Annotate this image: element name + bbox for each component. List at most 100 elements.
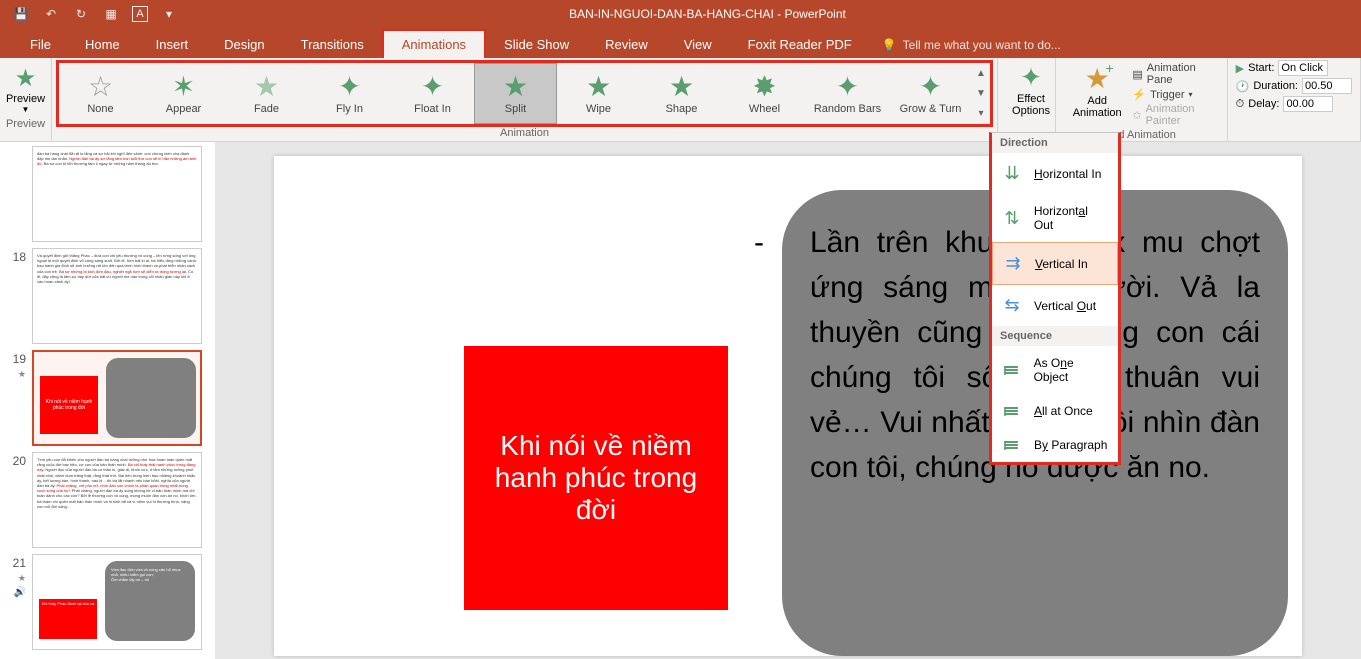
font-icon[interactable]: A xyxy=(132,6,148,22)
option-horizontal-out[interactable]: ⇅ Horizontal Out xyxy=(992,194,1118,242)
thumbnail-slide-active[interactable]: Khi nói về niềm hạnh phúc trong đời xyxy=(32,350,202,446)
slide-number: 19 xyxy=(13,352,26,366)
undo-icon[interactable]: ↶ xyxy=(42,5,60,23)
thumbnail-17[interactable]: đàn bà hàng chài đã rất lo lắng và sợ hã… xyxy=(4,146,211,242)
redo-icon[interactable]: ↻ xyxy=(72,5,90,23)
thumbnail-slide[interactable]: Tình yêu con đã khiến cho người đàn bà h… xyxy=(32,452,202,548)
horizontal-in-icon: ⇊ xyxy=(1000,163,1024,184)
anim-growturn[interactable]: ✦Grow & Turn xyxy=(889,63,972,124)
anim-fade[interactable]: ★Fade xyxy=(225,63,308,124)
anim-flyin[interactable]: ✦Fly In xyxy=(308,63,391,124)
star-icon: ★ xyxy=(254,73,279,101)
qat-more-icon[interactable]: ▾ xyxy=(160,5,178,23)
preview-group: ★ Preview ▼ Preview xyxy=(0,58,52,141)
star-icon: ✦ xyxy=(919,73,942,101)
play-icon: ▶ xyxy=(1236,62,1244,75)
slide-canvas[interactable]: Khi nói về niềm hanh phúc trong đời - Lầ… xyxy=(215,142,1361,659)
option-as-one-object[interactable]: As One Object xyxy=(992,346,1118,394)
slide-number: 18 xyxy=(13,250,26,264)
preview-group-label: Preview xyxy=(4,118,47,132)
tell-me[interactable]: 💡 Tell me what you want to do... xyxy=(870,32,1073,58)
effect-options-group: ✦ Effect Options xyxy=(998,58,1056,141)
scroll-up-icon[interactable]: ▲ xyxy=(976,68,986,79)
delay-input[interactable] xyxy=(1283,96,1333,112)
thumbnail-slide[interactable]: Khi thấy Phác đánh lại cha và Vừa đau đớ… xyxy=(32,554,202,650)
option-horizontal-in[interactable]: ⇊ Horizontal In xyxy=(992,153,1118,194)
tab-slideshow[interactable]: Slide Show xyxy=(486,31,587,58)
star-icon: ★ xyxy=(669,73,694,101)
animation-pane-button[interactable]: ▤Animation Pane xyxy=(1132,62,1214,86)
anim-none[interactable]: ☆None xyxy=(59,63,142,124)
as-one-icon xyxy=(1000,366,1024,374)
duration-input[interactable] xyxy=(1302,78,1352,94)
thumbnail-slide[interactable]: đàn bà hàng chài đã rất lo lắng và sợ hã… xyxy=(32,146,202,242)
bulb-icon: 💡 xyxy=(882,38,897,52)
star-icon: ☆ xyxy=(88,73,113,101)
duration-row: 🕐 Duration: xyxy=(1236,78,1352,94)
preview-button[interactable]: ★ Preview ▼ xyxy=(4,60,47,118)
scroll-down-icon[interactable]: ▼ xyxy=(976,88,986,99)
tab-design[interactable]: Design xyxy=(206,31,282,58)
save-icon[interactable]: 💾 xyxy=(12,5,30,23)
trigger-button[interactable]: ⚡Trigger▾ xyxy=(1132,88,1214,101)
duration-label: Duration: xyxy=(1253,80,1298,92)
ribbon-tabs: File Home Insert Design Transitions Anim… xyxy=(0,28,1361,58)
option-vertical-out[interactable]: ⇆ Vertical Out xyxy=(992,285,1118,326)
trigger-icon: ⚡ xyxy=(1132,88,1146,101)
start-from-beginning-icon[interactable]: ▦ xyxy=(102,5,120,23)
tab-review[interactable]: Review xyxy=(587,31,666,58)
current-slide[interactable]: Khi nói về niềm hanh phúc trong đời - Lầ… xyxy=(274,156,1302,656)
add-animation-button[interactable]: ★+ Add Animation xyxy=(1068,62,1126,127)
tab-home[interactable]: Home xyxy=(67,31,138,58)
anim-wipe[interactable]: ★Wipe xyxy=(557,63,640,124)
gallery-scroll[interactable]: ▲ ▼ ▾ xyxy=(972,63,990,124)
slide-number xyxy=(4,146,26,242)
all-at-once-icon xyxy=(1000,407,1024,415)
option-by-paragraph[interactable]: By Paragraph xyxy=(992,428,1118,462)
tab-file[interactable]: File xyxy=(14,31,67,58)
document-title: BAN-IN-NGUOI-DAN-BA-HANG-CHAI - PowerPoi… xyxy=(178,7,1237,21)
effect-options-button[interactable]: ✦ Effect Options xyxy=(1002,60,1060,119)
tab-transitions[interactable]: Transitions xyxy=(283,31,382,58)
star-icon: ★ xyxy=(503,73,528,101)
thumbnail-21[interactable]: 21★🔊 Khi thấy Phác đánh lại cha và Vừa đ… xyxy=(4,554,211,650)
anim-appear[interactable]: ✶Appear xyxy=(142,63,225,124)
option-all-at-once[interactable]: All at Once xyxy=(992,394,1118,428)
tab-insert[interactable]: Insert xyxy=(138,31,207,58)
slide-red-textbox[interactable]: Khi nói về niềm hanh phúc trong đời xyxy=(464,346,728,610)
bullet-dash: - xyxy=(754,220,764,265)
audio-icon: 🔊 xyxy=(14,587,26,598)
slide-thumbnail-panel[interactable]: đàn bà hàng chài đã rất lo lắng và sợ hã… xyxy=(0,142,215,659)
anim-wheel[interactable]: ✸Wheel xyxy=(723,63,806,124)
start-label: Start: xyxy=(1248,62,1274,74)
star-icon: ✸ xyxy=(753,73,776,101)
animation-indicator-icon: ★ xyxy=(18,573,26,583)
tab-view[interactable]: View xyxy=(666,31,730,58)
anim-floatin[interactable]: ✦Float In xyxy=(391,63,474,124)
anim-shape[interactable]: ★Shape xyxy=(640,63,723,124)
anim-randombars[interactable]: ✦Random Bars xyxy=(806,63,889,124)
option-vertical-in[interactable]: ⇉ Vertical In xyxy=(992,242,1118,285)
star-icon: ✦ xyxy=(836,73,859,101)
anim-split[interactable]: ★Split xyxy=(474,63,557,124)
tab-foxit[interactable]: Foxit Reader PDF xyxy=(730,31,870,58)
gallery-more-icon[interactable]: ▾ xyxy=(978,108,983,119)
tell-me-text: Tell me what you want to do... xyxy=(903,38,1061,52)
quick-access-toolbar: 💾 ↶ ↻ ▦ A ▾ xyxy=(4,5,178,23)
horizontal-out-icon: ⇅ xyxy=(1000,208,1024,229)
star-icon: ✦ xyxy=(338,73,361,101)
animation-group: ☆None ✶Appear ★Fade ✦Fly In ✦Float In ★S… xyxy=(52,58,998,141)
start-input[interactable] xyxy=(1278,60,1328,76)
pane-icon: ▤ xyxy=(1132,68,1142,81)
animation-indicator-icon: ★ xyxy=(18,369,26,379)
thumbnail-slide[interactable]: Và quyết định gửi thằng Phác – đứa con c… xyxy=(32,248,202,344)
animation-painter-button: ✩Animation Painter xyxy=(1132,103,1214,127)
clock-icon: 🕐 xyxy=(1236,80,1250,93)
vertical-in-icon: ⇉ xyxy=(1001,253,1025,274)
slide-number: 20 xyxy=(13,454,26,468)
thumbnail-18[interactable]: 18 Và quyết định gửi thằng Phác – đứa co… xyxy=(4,248,211,344)
thumbnail-19[interactable]: 19 ★ Khi nói về niềm hạnh phúc trong đời xyxy=(4,350,211,446)
thumbnail-20[interactable]: 20 Tình yêu con đã khiến cho người đàn b… xyxy=(4,452,211,548)
tab-animations[interactable]: Animations xyxy=(382,29,486,58)
preview-label: Preview xyxy=(6,93,45,105)
